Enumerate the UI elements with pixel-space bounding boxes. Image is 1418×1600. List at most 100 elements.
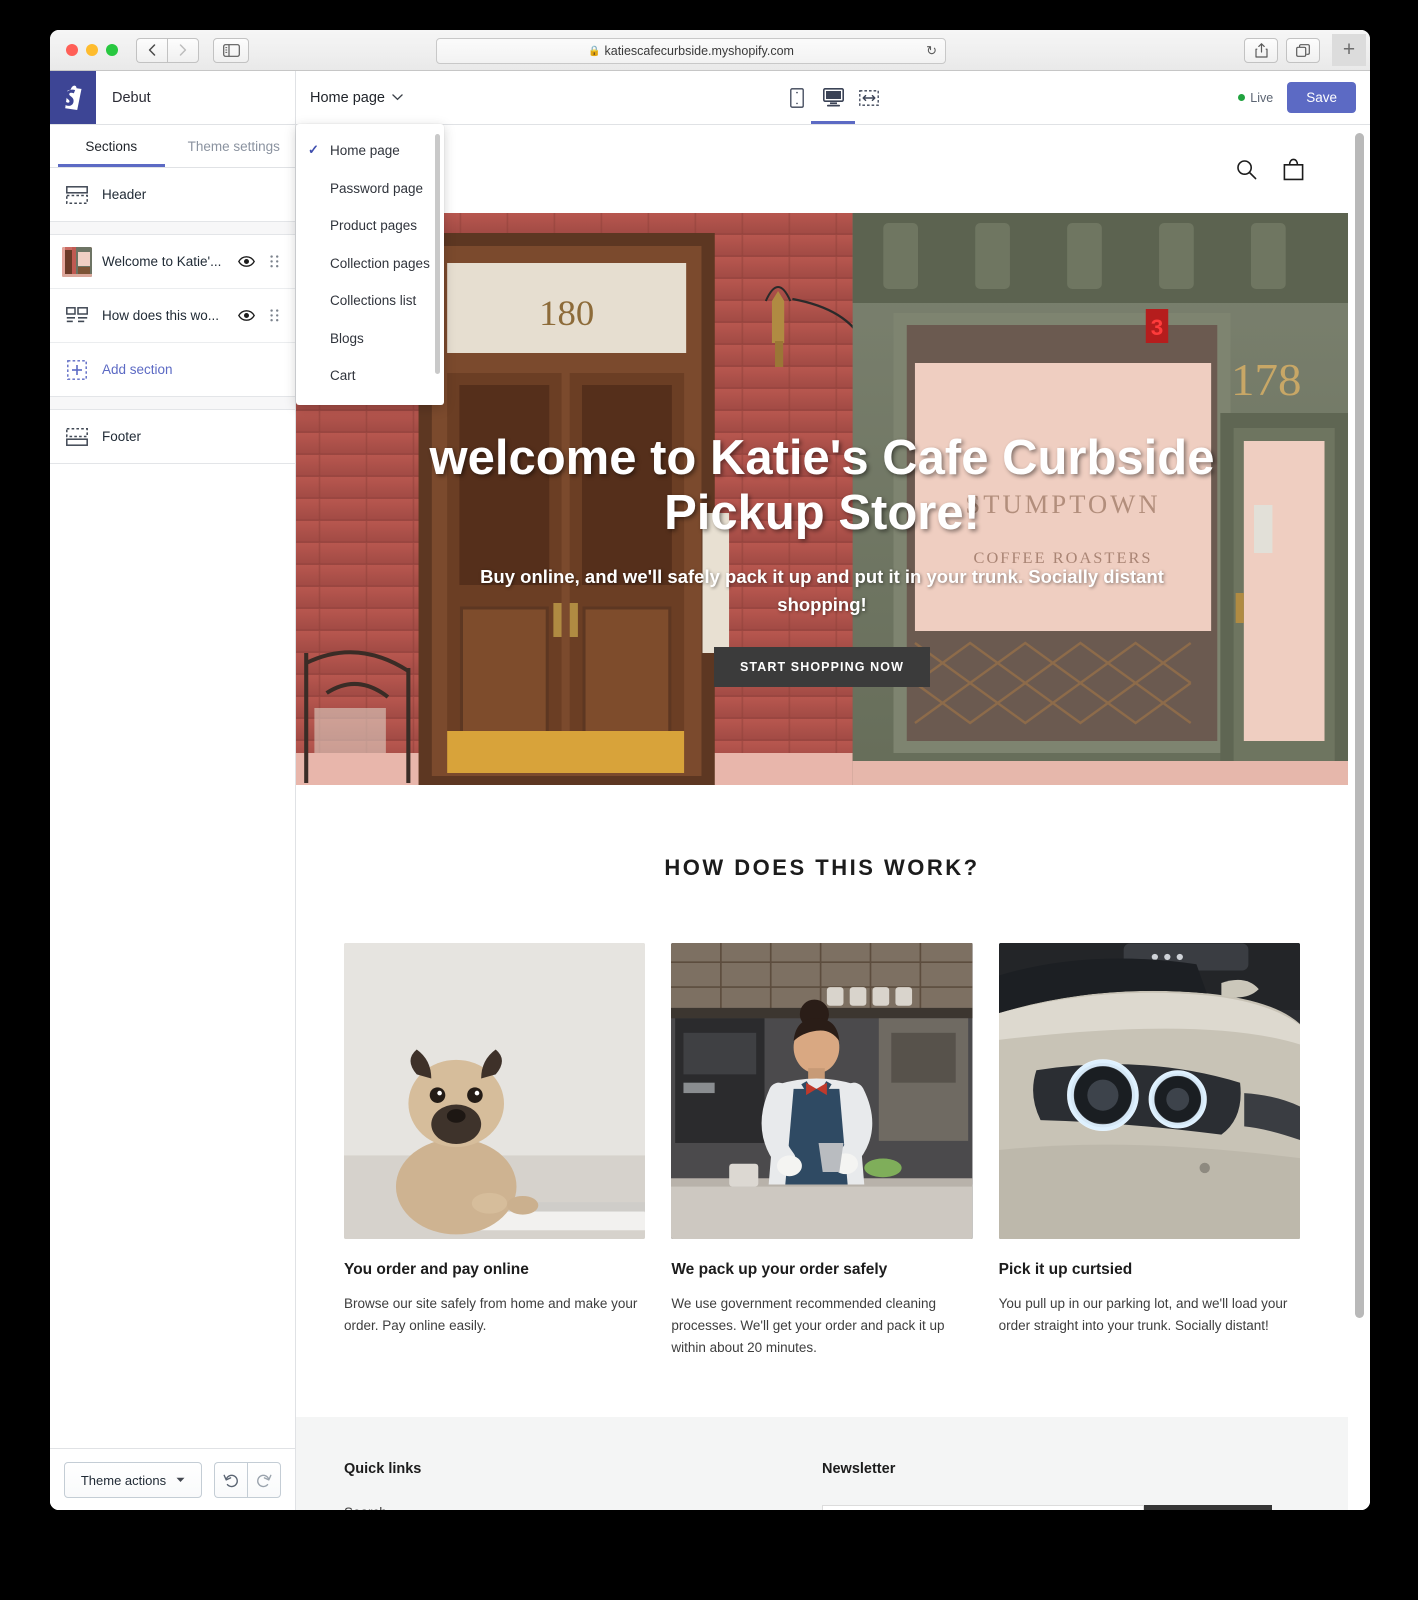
page-selector-label: Home page	[310, 89, 385, 106]
card-title: You order and pay online	[344, 1261, 529, 1278]
sidebar-brand-bar: Debut	[50, 71, 295, 125]
card-title: Pick it up curtsied	[998, 1261, 1133, 1278]
browser-titlebar: 🔒 katiescafecurbside.myshopify.com ↻ +	[50, 30, 1370, 71]
dropdown-item-label: Collection pages	[330, 255, 430, 271]
how-it-works-cards: You order and pay online Browse our site…	[344, 943, 1300, 1359]
forward-button[interactable]	[167, 37, 199, 63]
dropdown-item-home-page[interactable]: ✓ Home page	[296, 132, 444, 170]
subscribe-button[interactable]: SUBSCRIBE	[1144, 1504, 1272, 1510]
window-controls	[66, 44, 118, 56]
drag-handle-icon[interactable]	[267, 309, 281, 322]
hero-title: welcome to Katie's Cafe Curbside Pickup …	[429, 430, 1215, 540]
card-body: You pull up in our parking lot, and we'l…	[998, 1296, 1288, 1333]
section-group-footer: Footer	[50, 410, 295, 464]
live-label: Live	[1250, 90, 1274, 105]
redo-button[interactable]	[247, 1462, 281, 1498]
desktop-view-button[interactable]	[811, 71, 855, 124]
dropdown-item-collections-list[interactable]: Collections list	[296, 282, 444, 320]
live-status-badge: Live	[1238, 91, 1273, 105]
maximize-window-button[interactable]	[106, 44, 118, 56]
footer-link-search[interactable]: Search	[344, 1505, 822, 1510]
add-section-label: Add section	[102, 362, 173, 377]
undo-button[interactable]	[214, 1462, 247, 1498]
footer-layout-icon	[64, 427, 90, 446]
card-body: Browse our site safely from home and mak…	[344, 1296, 638, 1333]
sidebar-item-header[interactable]: Header	[50, 168, 295, 221]
card-pickup: Pick it up curtsied You pull up in our p…	[998, 943, 1300, 1359]
dropdown-item-collection-pages[interactable]: Collection pages	[296, 245, 444, 283]
dropdown-scrollbar[interactable]	[435, 134, 440, 374]
caret-down-icon	[176, 1477, 185, 1483]
sidebar-item-label: Welcome to Katie'...	[102, 254, 222, 269]
status-dot	[1238, 94, 1246, 101]
section-group-body: Welcome to Katie'... How does this wo...…	[50, 235, 295, 397]
browser-action-buttons	[1244, 38, 1320, 63]
navigation-buttons	[136, 37, 199, 63]
page-selector-dropdown[interactable]: Home page	[310, 90, 403, 106]
undo-redo-group	[214, 1462, 281, 1498]
theme-actions-button[interactable]: Theme actions	[64, 1462, 202, 1498]
close-window-button[interactable]	[66, 44, 78, 56]
store-footer: Quick links Search Newsletter Email addr…	[296, 1416, 1348, 1510]
dropdown-item-label: Product pages	[330, 218, 418, 234]
dropdown-item-cart[interactable]: Cart	[296, 357, 444, 395]
sidebar-spacer	[50, 464, 295, 1448]
fullwidth-view-button[interactable]	[855, 71, 883, 124]
eye-icon[interactable]	[237, 256, 255, 267]
card-pack-order: We pack up your order safely We use gove…	[671, 943, 973, 1359]
minimize-window-button[interactable]	[86, 44, 98, 56]
tab-sections[interactable]: Sections	[50, 125, 173, 167]
preview-scrollbar[interactable]	[1355, 133, 1364, 1456]
tab-overview-button[interactable]	[1286, 38, 1320, 63]
back-button[interactable]	[136, 37, 167, 63]
search-icon[interactable]	[1236, 159, 1257, 180]
tab-theme-settings[interactable]: Theme settings	[173, 125, 296, 167]
chevron-down-icon	[392, 94, 403, 101]
shopify-bag-icon	[50, 71, 96, 124]
card-body: We use government recommended cleaning p…	[671, 1296, 945, 1355]
newsletter-form: Email address SUBSCRIBE	[822, 1504, 1272, 1510]
share-button[interactable]	[1244, 38, 1278, 63]
card-title: We pack up your order safely	[671, 1261, 888, 1278]
footer-newsletter: Newsletter Email address SUBSCRIBE	[822, 1461, 1300, 1510]
page-dropdown-menu: ✓ Home page Password page Product pages …	[296, 124, 444, 405]
sidebar-item-how-does-this-work[interactable]: How does this wo...	[50, 288, 295, 342]
dropdown-item-password-page[interactable]: Password page	[296, 170, 444, 208]
sidebar-item-footer[interactable]: Footer	[50, 410, 295, 463]
section-group-header: Header	[50, 168, 295, 222]
hero-subtitle: Buy online, and we'll safely pack it up …	[480, 565, 1164, 616]
device-preview-toggle	[783, 71, 883, 124]
add-section-button[interactable]: Add section	[50, 342, 295, 396]
hero-banner: 180 STUMPTOWN COFFEE ROASTERS 3 178 welc…	[296, 213, 1348, 785]
section-divider	[50, 397, 295, 410]
storefront-preview: 180 STUMPTOWN COFFEE ROASTERS 3 178 welc…	[296, 125, 1348, 1510]
dropdown-item-blogs[interactable]: Blogs	[296, 320, 444, 358]
email-field[interactable]: Email address	[822, 1504, 1145, 1510]
address-bar[interactable]: 🔒 katiescafecurbside.myshopify.com ↻	[436, 38, 946, 64]
sidebar-toggle-button[interactable]	[213, 37, 249, 63]
section-divider	[50, 222, 295, 235]
dropdown-item-label: Password page	[330, 180, 424, 196]
card-order-online: You order and pay online Browse our site…	[344, 943, 646, 1359]
card-image-barista	[671, 943, 973, 1239]
new-tab-button[interactable]: +	[1332, 34, 1366, 66]
dropdown-item-label: Cart	[330, 368, 356, 384]
theme-editor: Debut Sections Theme settings Header Wel…	[50, 71, 1370, 1510]
plus-dashed-icon	[64, 359, 90, 380]
save-button[interactable]: Save	[1287, 82, 1356, 113]
start-shopping-button[interactable]: START SHOPPING NOW	[713, 647, 930, 688]
card-image-car-headlight	[998, 943, 1300, 1239]
editor-sidebar: Debut Sections Theme settings Header Wel…	[50, 71, 296, 1510]
dropdown-item-product-pages[interactable]: Product pages	[296, 207, 444, 245]
drag-handle-icon[interactable]	[267, 255, 281, 268]
topbar-actions: Live Save	[1238, 82, 1356, 113]
sidebar-item-welcome-section[interactable]: Welcome to Katie'...	[50, 235, 295, 288]
eye-icon[interactable]	[237, 310, 255, 321]
sidebar-footer-bar: Theme actions	[50, 1448, 295, 1510]
preview-scrollbar-thumb[interactable]	[1355, 133, 1364, 1318]
mobile-view-button[interactable]	[783, 71, 811, 124]
footer-quick-links: Quick links Search	[344, 1461, 822, 1510]
shopping-bag-icon[interactable]	[1283, 158, 1304, 181]
newsletter-title: Newsletter	[822, 1460, 896, 1477]
reload-icon[interactable]: ↻	[926, 43, 937, 59]
